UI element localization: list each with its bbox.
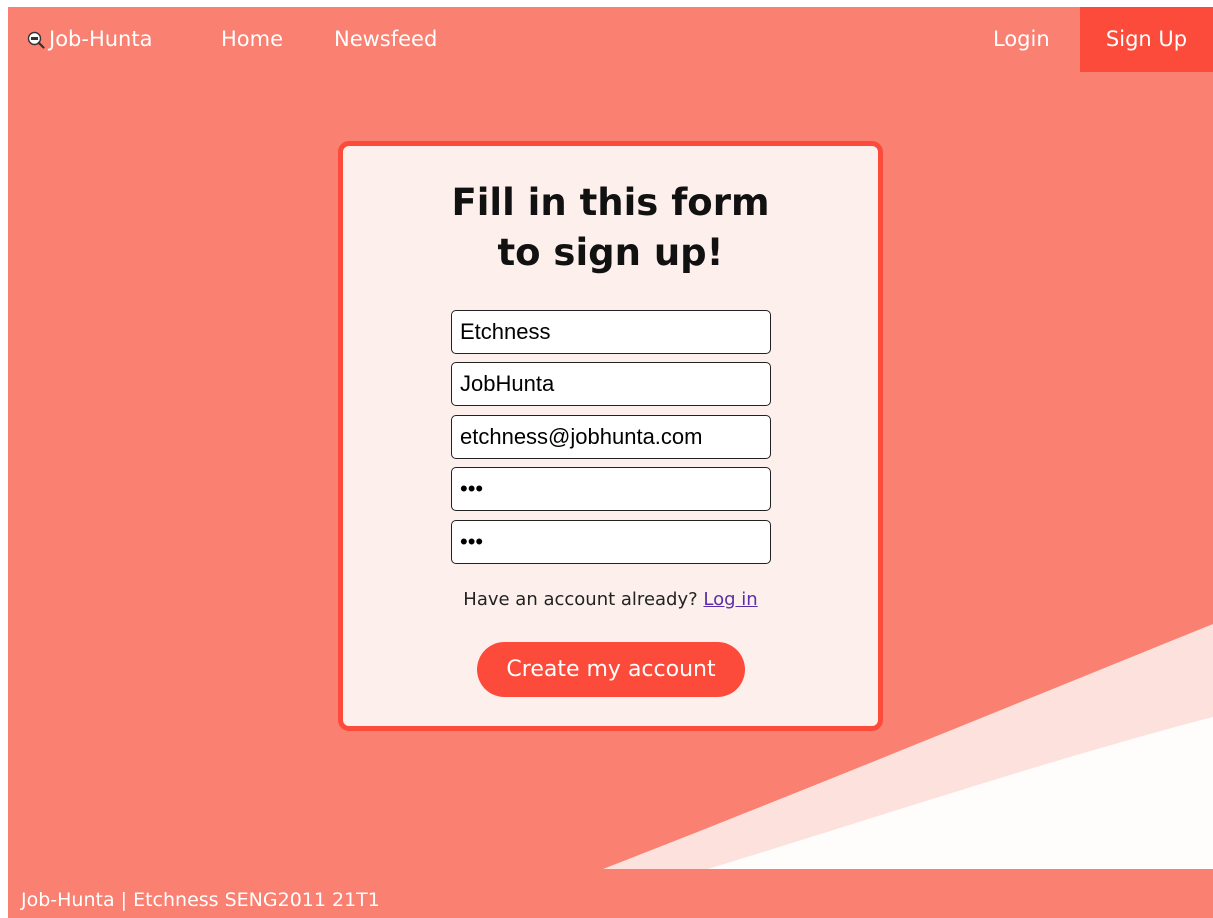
last-name-input[interactable] xyxy=(451,362,771,406)
password-input[interactable] xyxy=(451,467,771,511)
have-account-text: Have an account already? xyxy=(463,589,698,610)
first-name-input[interactable] xyxy=(451,310,771,354)
footer: Job-Hunta | Etchness SENG2011 21T1 xyxy=(8,869,1213,918)
confirm-password-input[interactable] xyxy=(451,520,771,564)
navbar: Job-Hunta Home Newsfeed Login Sign Up xyxy=(8,7,1213,72)
nav-newsfeed-link[interactable]: Newsfeed xyxy=(334,7,437,72)
footer-text: Job-Hunta | Etchness SENG2011 21T1 xyxy=(21,889,380,911)
nav-signup-link[interactable]: Sign Up xyxy=(1080,7,1213,72)
have-account-line: Have an account already? Log in xyxy=(343,589,878,610)
brand-label: Job-Hunta xyxy=(49,27,153,51)
page-background: Job-Hunta Home Newsfeed Login Sign Up Fi… xyxy=(8,7,1213,918)
form-title-line2: to sign up! xyxy=(497,231,724,274)
nav-login-link[interactable]: Login xyxy=(993,7,1050,72)
nav-home-link[interactable]: Home xyxy=(221,7,283,72)
email-input[interactable] xyxy=(451,415,771,459)
form-title: Fill in this form to sign up! xyxy=(343,178,878,278)
brand-link[interactable]: Job-Hunta xyxy=(27,7,152,72)
signup-card: Fill in this form to sign up! Have an ac… xyxy=(338,141,883,731)
create-account-button[interactable]: Create my account xyxy=(477,642,745,697)
magnifier-job-icon xyxy=(27,31,45,49)
login-link[interactable]: Log in xyxy=(703,589,757,610)
form-title-line1: Fill in this form xyxy=(451,181,770,224)
